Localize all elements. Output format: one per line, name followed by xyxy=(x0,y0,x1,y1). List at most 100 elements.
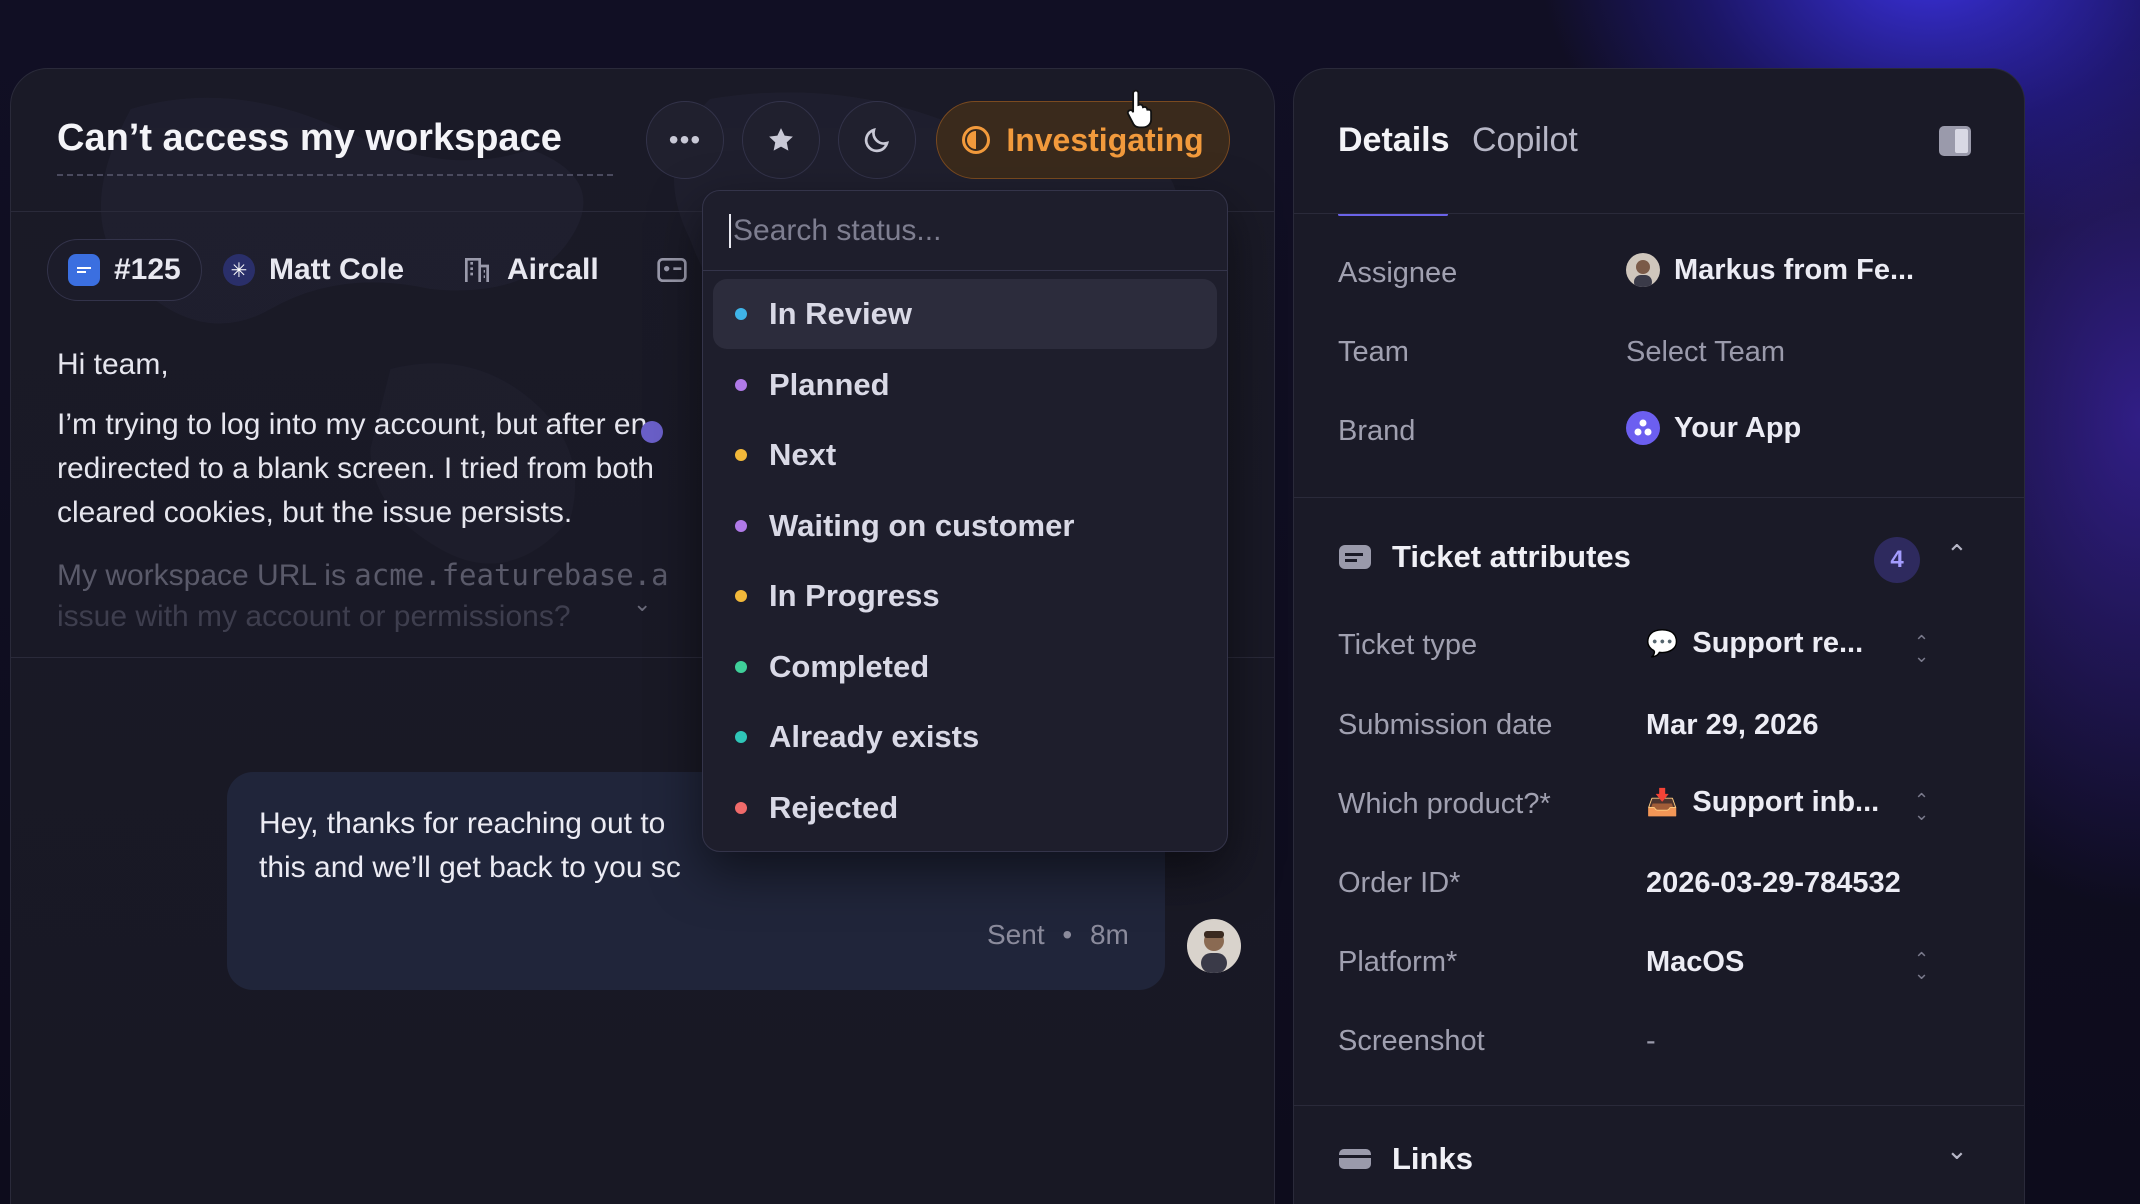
status-dropdown: In Review Planned Next Waiting on custom… xyxy=(702,190,1228,852)
moon-icon xyxy=(864,127,890,153)
more-options-button[interactable]: ••• xyxy=(646,101,724,179)
status-option-label: Completed xyxy=(769,648,930,684)
link-tag-icon xyxy=(1339,1149,1371,1169)
product-selector[interactable]: 📥 Support inb... xyxy=(1646,786,1879,819)
order-id-label: Order ID* xyxy=(1338,867,1461,899)
message-text: My workspace URL is xyxy=(57,559,355,592)
platform-label: Platform* xyxy=(1338,946,1458,978)
message-greeting: Hi team, xyxy=(57,348,169,381)
building-icon xyxy=(465,258,489,282)
product-label: Which product?* xyxy=(1338,788,1551,820)
chevron-updown-icon[interactable]: ⌃ ⌄ xyxy=(1914,633,1929,665)
screenshot-label: Screenshot xyxy=(1338,1025,1485,1057)
author-chip[interactable]: ✳ Matt Cole xyxy=(223,239,404,301)
chevron-updown-icon[interactable]: ⌃ ⌄ xyxy=(1914,791,1929,823)
links-header[interactable]: Links xyxy=(1338,1141,1473,1177)
ticket-icon xyxy=(1339,545,1371,569)
screenshot-value[interactable]: - xyxy=(1646,1025,1656,1058)
status-dot-icon xyxy=(735,519,747,532)
attributes-count-badge: 4 xyxy=(1874,537,1920,583)
ellipsis-icon: ••• xyxy=(668,124,702,155)
chevron-down-icon[interactable]: ⌄ xyxy=(1946,1135,1968,1166)
presence-dot xyxy=(641,421,663,443)
status-option-in-review[interactable]: In Review xyxy=(713,279,1217,349)
star-icon xyxy=(769,128,793,151)
sent-status: Sent xyxy=(987,919,1045,950)
message-line-faded: issue with my account or permissions? xyxy=(57,600,571,633)
order-id-value[interactable]: 2026-03-29-784532 xyxy=(1646,867,1901,900)
reply-meta: Sent • 8m xyxy=(987,919,1129,951)
status-option-in-progress[interactable]: In Progress xyxy=(713,561,1217,631)
platform-selector[interactable]: MacOS xyxy=(1646,946,1744,979)
status-dot-icon xyxy=(735,449,747,461)
status-options-list: In Review Planned Next Waiting on custom… xyxy=(703,271,1227,851)
ticket-id-chip[interactable]: #125 xyxy=(47,239,202,301)
status-label: Investigating xyxy=(1006,121,1204,158)
status-option-already-exists[interactable]: Already exists xyxy=(713,702,1217,772)
status-dot-icon xyxy=(735,660,747,673)
ticket-title[interactable]: Can’t access my workspace xyxy=(57,117,613,176)
submission-date-value[interactable]: Mar 29, 2026 xyxy=(1646,709,1819,742)
company-chip[interactable]: Aircall xyxy=(461,239,599,301)
brand-label: Brand xyxy=(1338,415,1416,447)
section-divider xyxy=(1294,1105,2024,1106)
submission-date-label: Submission date xyxy=(1338,709,1553,741)
expand-chevron-icon[interactable]: ⌄ xyxy=(633,591,651,617)
assignee-selector[interactable]: Markus from Fe... xyxy=(1626,253,1914,287)
message-line: cleared cookies, but the issue persists. xyxy=(57,496,573,529)
brand-selector[interactable]: Your App xyxy=(1626,411,1801,445)
status-dot-icon xyxy=(735,801,747,814)
details-panel: Details Copilot Assignee Markus from Fe.… xyxy=(1293,68,2025,1204)
message-line: redirected to a blank screen. I tried fr… xyxy=(57,452,654,485)
ticket-icon xyxy=(68,254,100,286)
sidebar-toggle-icon[interactable] xyxy=(1938,125,1972,157)
ticket-id: #125 xyxy=(114,253,181,286)
status-option-label: Waiting on customer xyxy=(769,507,1075,543)
tabs-divider xyxy=(1294,213,2024,214)
status-option-label: Already exists xyxy=(769,719,980,754)
status-dot-icon xyxy=(735,378,747,391)
company-name: Aircall xyxy=(507,253,599,286)
status-dot-icon xyxy=(735,731,747,743)
chevron-updown-icon[interactable]: ⌃ ⌄ xyxy=(1914,950,1929,982)
status-progress-icon xyxy=(962,126,991,154)
favorite-button[interactable] xyxy=(742,101,820,179)
brand-name: Your App xyxy=(1674,411,1802,444)
status-search-row xyxy=(703,191,1227,271)
ticket-type-value: Support re... xyxy=(1692,627,1864,659)
team-selector[interactable]: Select Team xyxy=(1626,336,1785,369)
ticket-attributes-header[interactable]: Ticket attributes xyxy=(1338,539,1631,575)
section-divider xyxy=(1294,497,2024,498)
section-title-text: Ticket attributes xyxy=(1392,539,1631,574)
product-value: Support inb... xyxy=(1692,786,1880,818)
status-option-label: Rejected xyxy=(769,789,899,825)
reply-line: this and we’ll get back to you sc xyxy=(259,851,681,884)
status-option-rejected[interactable]: Rejected xyxy=(713,773,1217,843)
assignee-label: Assignee xyxy=(1338,257,1458,289)
tab-details[interactable]: Details xyxy=(1338,121,1450,160)
pointer-cursor-icon xyxy=(1126,89,1153,129)
ticket-type-selector[interactable]: 💬 Support re... xyxy=(1646,627,1863,660)
chevron-up-icon[interactable]: ⌃ xyxy=(1946,539,1968,570)
status-dot-icon xyxy=(735,590,747,602)
status-option-waiting-on-customer[interactable]: Waiting on customer xyxy=(713,491,1217,561)
section-title-text: Links xyxy=(1392,1141,1473,1176)
status-option-completed[interactable]: Completed xyxy=(713,632,1217,702)
status-button[interactable]: Investigating xyxy=(936,101,1230,179)
status-option-planned[interactable]: Planned xyxy=(713,350,1217,420)
assignee-avatar xyxy=(1626,253,1660,287)
status-option-label: Next xyxy=(769,437,837,472)
snooze-button[interactable] xyxy=(838,101,916,179)
message-line: I’m trying to log into my account, but a… xyxy=(57,408,648,441)
status-option-label: Planned xyxy=(769,366,890,402)
status-option-label: In Progress xyxy=(769,578,940,613)
speech-bubble-icon: 💬 xyxy=(1646,628,1679,658)
brand-logo-icon xyxy=(1626,411,1660,445)
asterisk-icon: ✳ xyxy=(223,254,255,286)
status-search-input[interactable] xyxy=(729,213,1189,248)
agent-avatar[interactable] xyxy=(1187,919,1241,973)
tab-copilot[interactable]: Copilot xyxy=(1472,121,1578,160)
team-label: Team xyxy=(1338,336,1409,368)
status-option-next[interactable]: Next xyxy=(713,420,1217,490)
id-card-icon xyxy=(657,258,687,282)
